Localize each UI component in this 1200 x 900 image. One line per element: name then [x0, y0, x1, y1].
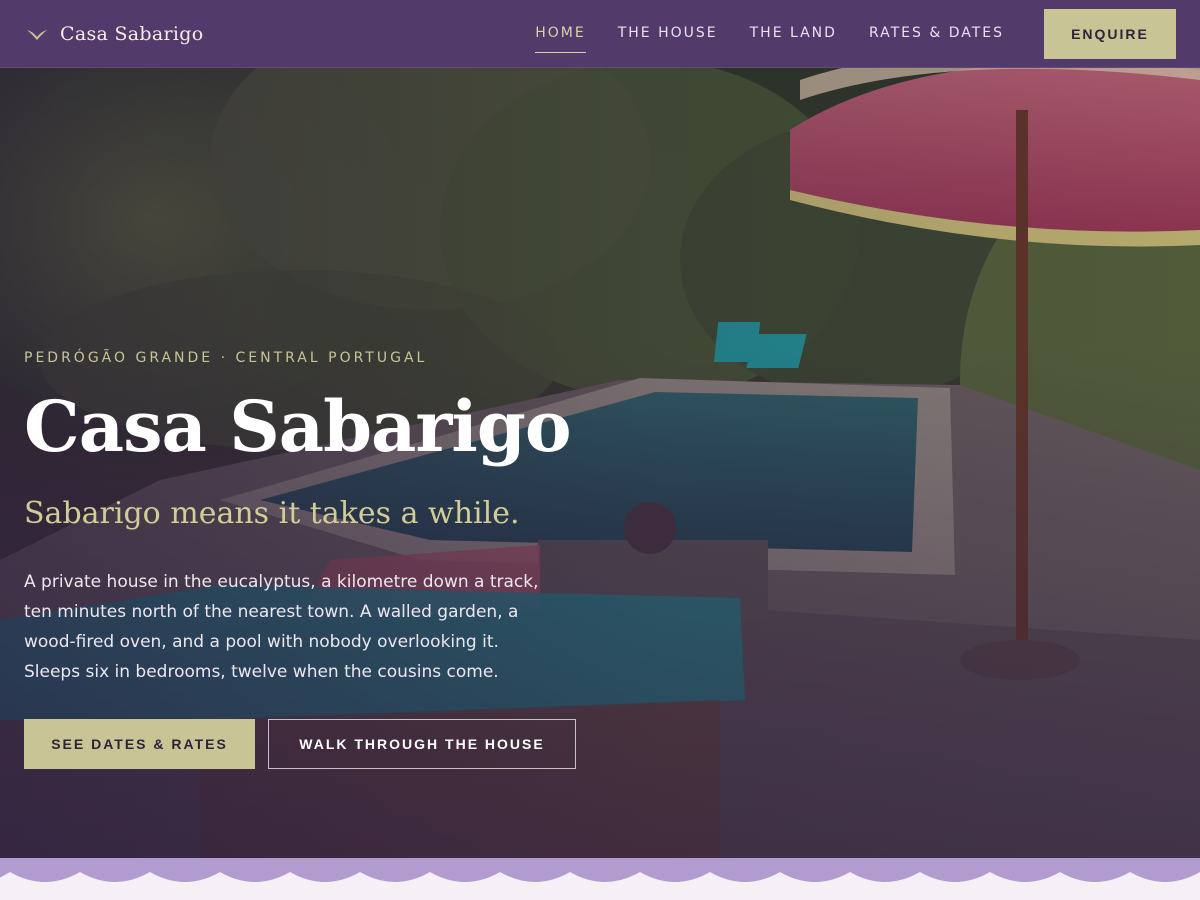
nav-item-the-house[interactable]: THE HOUSE [618, 15, 718, 53]
brand-name: Casa Sabarigo [60, 22, 204, 45]
hero-description: A private house in the eucalyptus, a kil… [24, 571, 539, 682]
nav-item-rates-dates[interactable]: RATES & DATES [869, 15, 1004, 53]
nav-item-the-land[interactable]: THE LAND [750, 15, 837, 53]
hero-actions: SEE DATES & RATES WALK THROUGH THE HOUSE [24, 718, 624, 769]
swallow-icon [27, 29, 47, 40]
top-navigation: Casa Sabarigo HOME THE HOUSE THE LAND RA… [0, 0, 1200, 68]
hero-content: PEDRÓGÃO GRANDE · CENTRAL PORTUGAL Casa … [24, 350, 624, 769]
main-menu: HOME THE HOUSE THE LAND RATES & DATES EN… [503, 8, 1176, 59]
page-title: Casa Sabarigo [24, 385, 572, 468]
wave-divider [0, 858, 1200, 900]
enquire-button[interactable]: ENQUIRE [1044, 8, 1176, 59]
walk-through-house-button[interactable]: WALK THROUGH THE HOUSE [268, 718, 576, 769]
location-eyebrow: PEDRÓGÃO GRANDE · CENTRAL PORTUGAL [24, 350, 428, 366]
tagline: Sabarigo means it takes a while. [24, 495, 520, 531]
brand[interactable]: Casa Sabarigo [26, 23, 203, 45]
see-dates-rates-button[interactable]: SEE DATES & RATES [24, 718, 255, 769]
nav-item-home[interactable]: HOME [535, 15, 587, 53]
